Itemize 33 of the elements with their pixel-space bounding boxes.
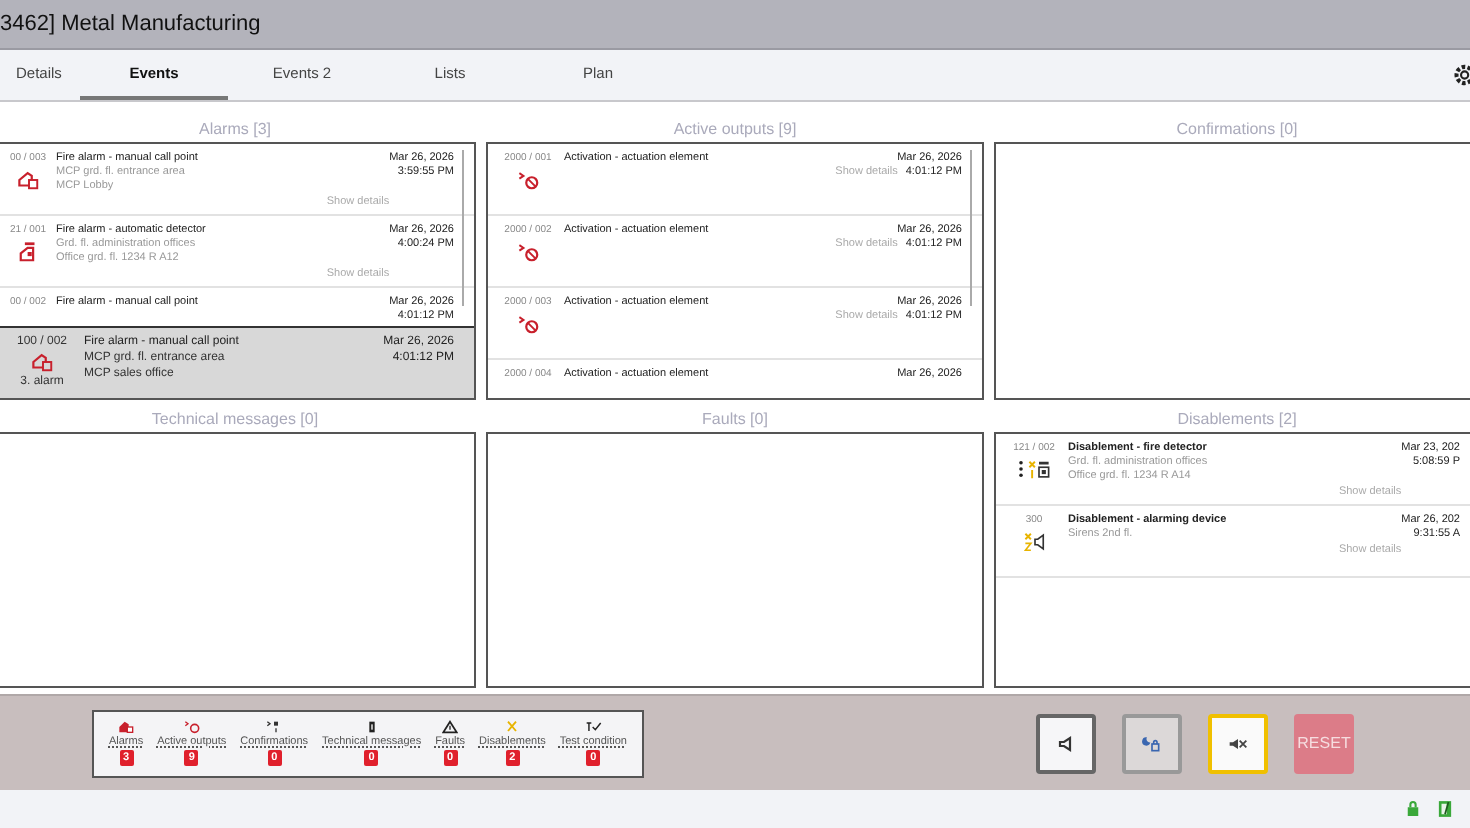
lock-icon <box>1406 800 1420 818</box>
technical-message-icon <box>363 720 380 734</box>
disabled-icon <box>504 720 521 734</box>
disabled-detector-icon <box>1028 459 1050 479</box>
moon-lock-icon <box>1142 733 1162 753</box>
actuation-icon <box>517 170 539 190</box>
scrollbar[interactable] <box>969 150 972 306</box>
more-icon[interactable] <box>1018 460 1024 478</box>
panel-title: Technical messages [0] <box>149 407 321 431</box>
actuation-icon <box>517 242 539 262</box>
mute-button[interactable] <box>1208 713 1268 773</box>
mute-icon <box>1228 733 1248 753</box>
panel-title: Active outputs [9] <box>671 118 799 142</box>
panel-title: Alarms [3] <box>196 118 273 142</box>
actuation-icon <box>183 720 200 734</box>
window-title: 3462] Metal Manufacturing <box>0 12 261 36</box>
detector-icon <box>17 242 39 262</box>
speaker-icon <box>1056 733 1076 753</box>
panel-title: Confirmations [0] <box>1174 118 1300 142</box>
buzzer-button[interactable] <box>1036 713 1096 773</box>
panel-title: Faults [0] <box>700 407 770 431</box>
confirmation-icon <box>266 720 283 734</box>
test-icon <box>585 720 602 734</box>
call-point-icon <box>31 352 53 372</box>
disabled-speaker-icon <box>1023 531 1045 551</box>
document-icon <box>1438 800 1452 818</box>
panel-title: Disablements [2] <box>1175 407 1299 431</box>
call-point-icon <box>17 170 39 190</box>
actuation-icon <box>517 314 539 334</box>
settings-icon[interactable] <box>1450 62 1470 88</box>
call-point-icon <box>118 720 135 734</box>
warning-icon <box>442 720 459 734</box>
scrollbar[interactable] <box>461 150 464 306</box>
